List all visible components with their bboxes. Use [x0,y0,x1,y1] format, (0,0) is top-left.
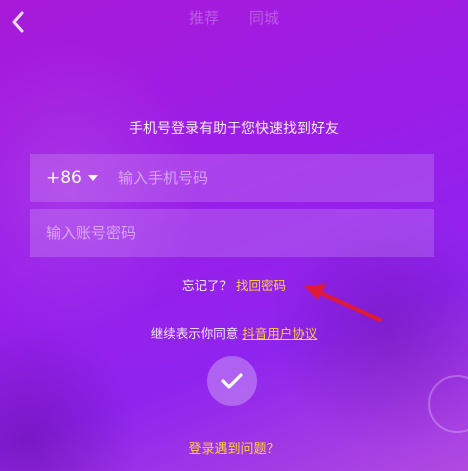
recover-password-link[interactable]: 找回密码 [236,278,286,293]
submit-button[interactable] [207,356,257,406]
tab-recommend[interactable]: 推荐 [189,7,219,28]
password-field [30,209,434,257]
checkmark-icon [221,373,243,389]
country-code-label: +86 [46,168,82,188]
login-hint: 手机号登录有助于您快速找到好友 [129,121,339,137]
login-problem-link[interactable]: 登录遇到问题？ [0,438,468,457]
agreement-row: 继续表示你同意 抖音用户协议 [0,323,468,342]
tab-nearby[interactable]: 同城 [249,7,279,28]
country-code-selector[interactable]: +86 [30,168,108,188]
top-tabs: 推荐 同城 [0,7,468,28]
password-input[interactable] [30,209,434,257]
login-screen: 推荐 同城 手机号登录有助于您快速找到好友 +86 忘记了？ 找回密码 继续表示你… [0,0,468,471]
phone-field: +86 [30,154,434,202]
agreement-text: 继续表示你同意 [150,326,239,341]
forgot-password-row: 忘记了？ 找回密码 [0,275,468,294]
phone-input[interactable] [108,154,434,202]
user-agreement-link[interactable]: 抖音用户协议 [242,326,317,341]
forgot-question: 忘记了？ [181,278,232,293]
caret-down-icon [87,175,98,181]
